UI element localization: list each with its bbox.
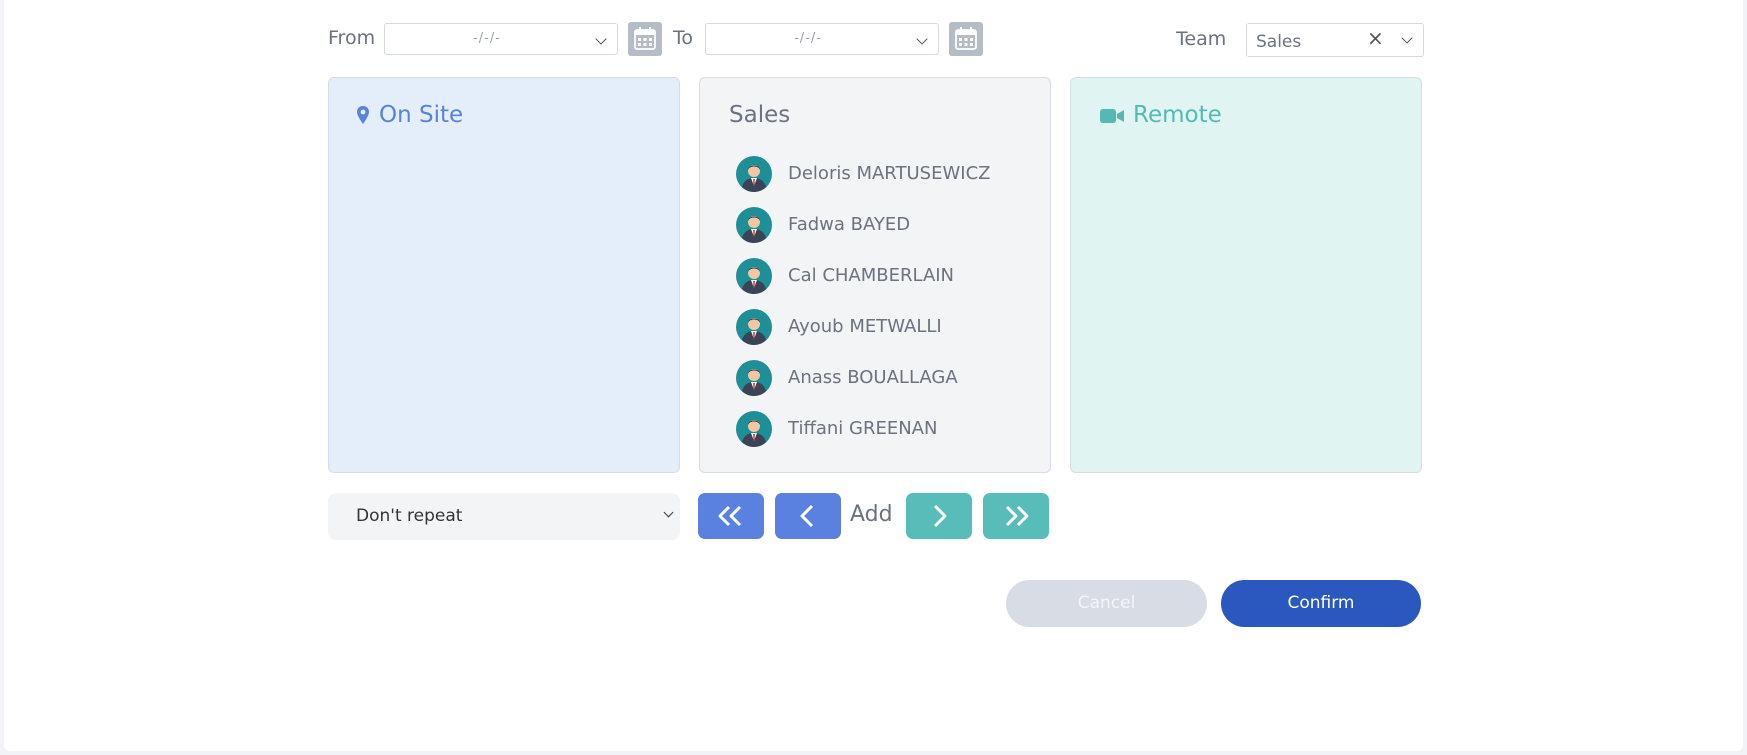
member-item[interactable]: Deloris MARTUSEWICZ [736,156,1026,192]
map-pin-icon [357,106,369,124]
member-name: Deloris MARTUSEWICZ [788,163,991,184]
member-name: Tiffani GREENAN [788,418,938,439]
team-panel-title: Sales [729,102,791,128]
from-date-value: -/-/- [473,31,501,46]
repeat-select-value: Don't repeat [356,506,463,526]
chevron-down-icon [595,33,607,45]
clear-icon[interactable]: × [1367,26,1384,50]
chevron-down-icon[interactable] [1401,32,1413,44]
member-item[interactable]: Ayoub METWALLI [736,309,1026,345]
onsite-title: On Site [379,102,464,128]
move-all-left-button[interactable] [698,493,764,539]
move-right-button[interactable] [906,493,972,539]
calendar-icon [955,27,977,50]
member-item[interactable]: Cal CHAMBERLAIN [736,258,1026,294]
member-item[interactable]: Tiffani GREENAN [736,411,1026,447]
avatar [736,360,772,396]
team-select[interactable]: Sales × [1246,23,1424,57]
onsite-panel[interactable]: On Site [328,77,680,473]
to-date-select[interactable]: -/-/- [705,23,939,55]
remote-panel[interactable]: Remote [1070,77,1422,473]
member-item[interactable]: Anass BOUALLAGA [736,360,1026,396]
avatar [736,309,772,345]
avatar [736,258,772,294]
move-left-button[interactable] [775,493,841,539]
to-date-value: -/-/- [794,31,822,46]
confirm-button[interactable]: Confirm [1221,580,1421,627]
from-label: From [328,27,376,49]
double-chevron-right-icon [1005,505,1029,527]
team-select-value: Sales [1256,32,1302,52]
move-all-right-button[interactable] [983,493,1049,539]
member-name: Anass BOUALLAGA [788,367,958,388]
team-members-panel[interactable]: Sales Deloris MARTUSEWICZ Fadwa BAYED Cal … [699,77,1051,473]
add-label: Add [850,502,893,527]
member-name: Fadwa BAYED [788,214,911,235]
double-chevron-left-icon [718,505,742,527]
remote-title: Remote [1133,102,1222,128]
avatar [736,207,772,243]
team-label: Team [1176,28,1227,50]
chevron-right-icon [933,504,947,528]
cancel-button[interactable]: Cancel [1006,580,1207,627]
from-calendar-button[interactable] [628,22,662,56]
chevron-down-icon [663,507,674,518]
avatar [736,411,772,447]
to-label: To [673,27,694,49]
chevron-down-icon [916,33,928,45]
member-item[interactable]: Fadwa BAYED [736,207,1026,243]
avatar [736,156,772,192]
video-camera-icon [1100,109,1124,123]
member-name: Ayoub METWALLI [788,316,942,337]
dialog-page: From -/-/- To -/-/- Team Sales × On Site… [4,0,1743,751]
to-calendar-button[interactable] [949,22,983,56]
chevron-left-icon [800,504,814,528]
member-name: Cal CHAMBERLAIN [788,265,955,286]
repeat-select[interactable]: Don't repeat [328,493,680,540]
from-date-select[interactable]: -/-/- [384,23,618,55]
calendar-icon [634,27,656,50]
